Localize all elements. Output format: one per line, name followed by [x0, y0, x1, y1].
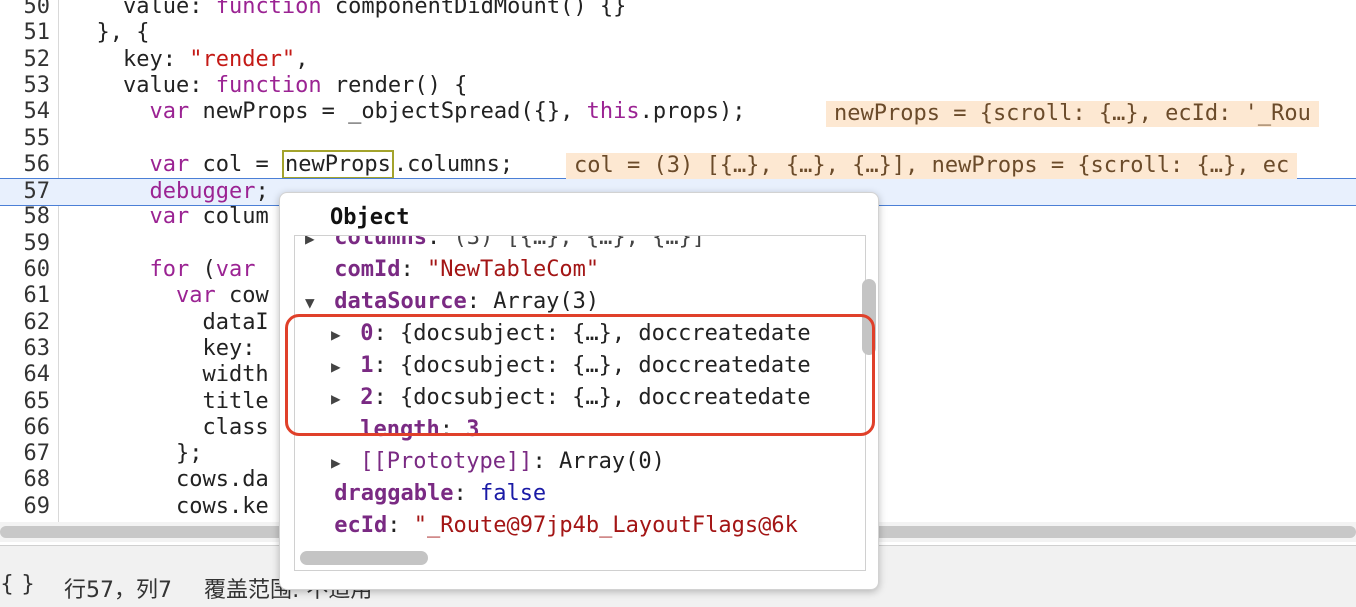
code-text: var cow: [175, 283, 269, 309]
line-number[interactable]: 61: [0, 283, 51, 309]
property-key: columns: [321, 235, 427, 250]
code-text: value: function render() {: [122, 72, 468, 98]
code-line[interactable]: 51 }, {: [0, 20, 1356, 46]
code-text: width: [202, 362, 269, 388]
object-property-row: comId: "NewTableCom": [305, 254, 865, 286]
code-line[interactable]: 55: [0, 126, 1356, 152]
code-text: value: function componentDidMount() {}: [122, 0, 627, 19]
property-value: Array(3): [493, 289, 600, 314]
property-value: (3) [{…}, {…}, {…}]: [453, 235, 706, 250]
object-property-row[interactable]: ▶ columns: (3) [{…}, {…}, {…}]: [305, 235, 865, 255]
separator: :: [453, 481, 480, 506]
inline-value-line-54: newProps = {scroll: {…}, ecId: '_Rou: [826, 101, 1319, 127]
object-property-row[interactable]: ▶ [[Prototype]]: Array(0): [331, 446, 865, 479]
line-number[interactable]: 67: [0, 441, 51, 467]
line-number[interactable]: 65: [0, 389, 51, 415]
property-value: "NewTableCom": [426, 257, 600, 282]
line-number[interactable]: 59: [0, 231, 51, 257]
code-text: key: "render",: [122, 46, 309, 72]
property-key: comId: [321, 257, 401, 282]
separator: :: [532, 449, 559, 474]
separator: :: [426, 235, 454, 250]
code-text: key:: [202, 335, 269, 361]
line-number[interactable]: 52: [0, 47, 51, 73]
cursor-position[interactable]: 行57，列7: [64, 572, 172, 604]
code-line[interactable]: 50 value: function componentDidMount() {…: [0, 0, 1356, 20]
code-text: }, {: [96, 20, 150, 46]
code-text: for (var: [149, 257, 256, 282]
line-number[interactable]: 66: [0, 415, 51, 441]
annotation-highlight-box: [285, 314, 875, 436]
hovered-token: newProps: [281, 149, 394, 179]
popover-horizontal-scrollbar[interactable]: [294, 549, 834, 565]
code-text: cows.da: [175, 467, 269, 493]
code-text: };: [175, 441, 203, 467]
line-number[interactable]: 57: [0, 179, 51, 205]
property-key: dataSource: [321, 289, 467, 314]
line-number[interactable]: 62: [0, 310, 51, 336]
separator: :: [387, 513, 414, 538]
property-value: false: [479, 481, 547, 506]
inline-value-line-56: col = (3) [{…}, {…}, {…}], newProps = {s…: [566, 153, 1298, 179]
pretty-print-icon[interactable]: { }: [0, 572, 35, 597]
code-line[interactable]: 53 value: function render() {: [0, 73, 1356, 99]
code-text: var col = newProps .columns;: [149, 149, 514, 179]
popover-title: Object: [330, 205, 410, 230]
line-number[interactable]: 50: [0, 0, 51, 20]
property-value: Array(0): [558, 449, 665, 474]
collapsed-triangle-icon[interactable]: ▶: [305, 236, 321, 255]
code-text: title: [202, 388, 269, 414]
collapsed-triangle-icon[interactable]: ▶: [331, 447, 347, 479]
code-text: cows.ke: [175, 493, 269, 519]
line-number[interactable]: 69: [0, 494, 51, 520]
line-number[interactable]: 63: [0, 336, 51, 362]
line-number[interactable]: 54: [0, 99, 51, 125]
object-property-row: ecId: "_Route@97jp4b_LayoutFlags@6k: [305, 510, 865, 542]
code-text: var colum: [149, 204, 269, 230]
code-text: class: [202, 414, 269, 440]
line-number[interactable]: 64: [0, 362, 51, 388]
property-key: ecId: [321, 513, 388, 538]
object-property-row: draggable: false: [305, 478, 865, 510]
line-number[interactable]: 51: [0, 20, 51, 46]
code-line[interactable]: 52 key: "render",: [0, 47, 1356, 73]
property-key: draggable: [321, 481, 454, 506]
property-key: [[Prototype]]: [347, 449, 533, 474]
line-number[interactable]: 60: [0, 257, 51, 283]
code-text: debugger;: [149, 179, 269, 205]
separator: :: [466, 289, 494, 314]
line-number[interactable]: 68: [0, 467, 51, 493]
line-number[interactable]: 56: [0, 152, 51, 178]
code-text: dataI: [202, 309, 269, 335]
property-value: "_Route@97jp4b_LayoutFlags@6k: [413, 513, 798, 538]
line-number[interactable]: 53: [0, 73, 51, 99]
separator: :: [400, 257, 427, 282]
scrollbar-thumb[interactable]: [300, 551, 428, 565]
code-text: var newProps = _objectSpread({}, this.pr…: [149, 99, 746, 125]
line-number[interactable]: 58: [0, 204, 51, 230]
line-number[interactable]: 55: [0, 126, 51, 152]
